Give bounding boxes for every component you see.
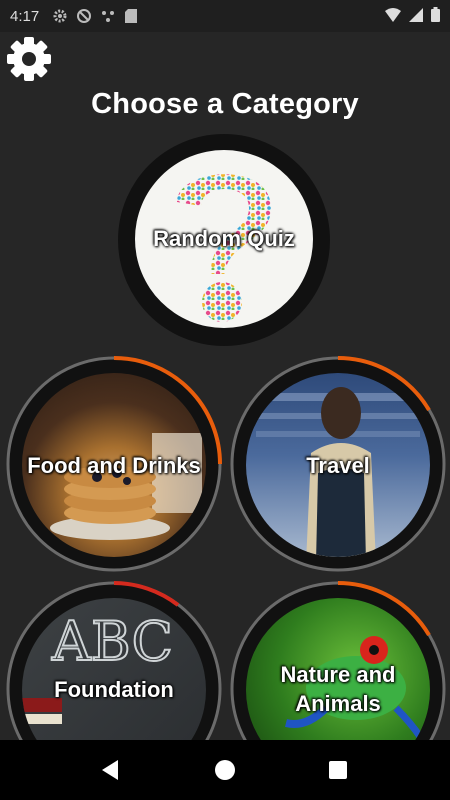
category-label-line1: Nature and (280, 662, 396, 687)
recents-button[interactable] (325, 757, 351, 783)
sd-card-icon (125, 9, 138, 23)
battery-icon (431, 7, 440, 22)
category-label: Foundation (54, 677, 174, 702)
wifi-icon (385, 7, 401, 22)
gear-icon (7, 37, 51, 81)
category-food-and-drinks[interactable]: Food and Drinks (22, 373, 206, 557)
home-circle-icon (215, 760, 235, 780)
link-status-icon (102, 11, 115, 22)
category-label: Travel (306, 453, 370, 478)
category-label: Random Quiz (153, 226, 295, 251)
recents-square-icon (329, 761, 347, 779)
home-button[interactable] (212, 757, 238, 783)
navigation-bar (0, 740, 450, 800)
signal-icon (409, 7, 423, 22)
category-random-quiz[interactable]: Random Quiz (135, 150, 313, 328)
settings-status-icon (53, 9, 67, 23)
category-travel[interactable]: Travel (246, 373, 430, 557)
status-time: 4:17 (10, 7, 40, 25)
back-triangle-icon (102, 760, 118, 780)
page-title: Choose a Category (91, 88, 359, 120)
category-label-line2: Animals (295, 691, 381, 716)
category-label: Food and Drinks (27, 453, 201, 478)
back-button[interactable] (98, 757, 124, 783)
status-bar: 4:17 (0, 0, 450, 32)
settings-button[interactable] (4, 34, 54, 84)
svg-text:ABC: ABC (51, 610, 173, 673)
do-not-disturb-icon (77, 9, 92, 23)
